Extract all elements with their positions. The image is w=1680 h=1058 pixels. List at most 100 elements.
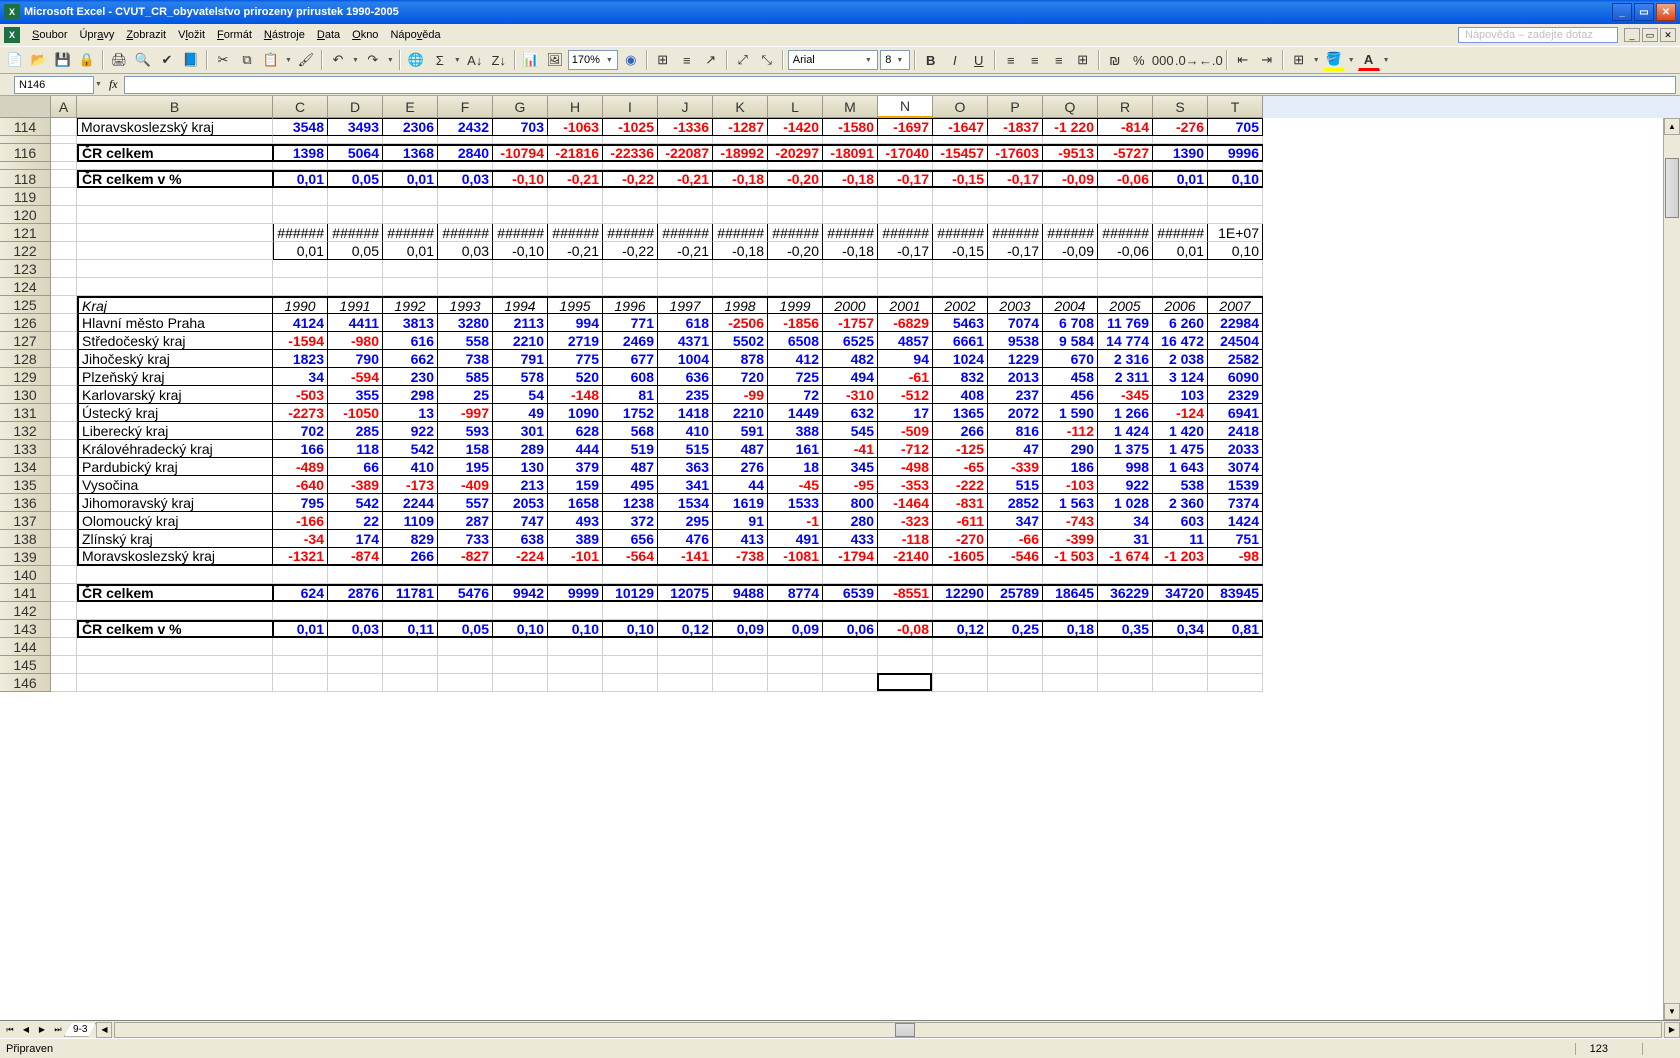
- cell[interactable]: 2210: [493, 332, 548, 350]
- cell[interactable]: [1153, 566, 1208, 584]
- cell[interactable]: 174: [328, 530, 383, 548]
- cell[interactable]: -276: [1153, 118, 1208, 136]
- cell[interactable]: ######: [823, 224, 878, 242]
- cell[interactable]: 49: [493, 404, 548, 422]
- cell[interactable]: Moravskoslezský kraj: [77, 118, 273, 136]
- cell[interactable]: 9538: [988, 332, 1043, 350]
- cell[interactable]: [328, 602, 383, 620]
- cell[interactable]: ČR celkem: [77, 584, 273, 602]
- row-header[interactable]: 126: [0, 314, 51, 332]
- cell[interactable]: 1996: [603, 296, 658, 314]
- cell[interactable]: ######: [658, 224, 713, 242]
- cell[interactable]: [988, 162, 1043, 170]
- cell[interactable]: Zlínský kraj: [77, 530, 273, 548]
- cell[interactable]: [51, 224, 77, 242]
- cell[interactable]: 0,03: [438, 242, 493, 260]
- cell[interactable]: 2840: [438, 144, 493, 162]
- cell[interactable]: 662: [383, 350, 438, 368]
- underline-icon[interactable]: U: [968, 49, 990, 71]
- cell[interactable]: [603, 674, 658, 692]
- cell[interactable]: 0,09: [713, 620, 768, 638]
- cell[interactable]: -1 503: [1043, 548, 1098, 566]
- cell[interactable]: -1321: [273, 548, 328, 566]
- cell[interactable]: 3493: [328, 118, 383, 136]
- row-header[interactable]: 137: [0, 512, 51, 530]
- cell[interactable]: 287: [438, 512, 493, 530]
- cell[interactable]: -1 674: [1098, 548, 1153, 566]
- cell[interactable]: -0,20: [768, 242, 823, 260]
- cell[interactable]: [328, 206, 383, 224]
- cell[interactable]: 558: [438, 332, 493, 350]
- cell[interactable]: [273, 206, 328, 224]
- cell[interactable]: [933, 638, 988, 656]
- cell[interactable]: [658, 278, 713, 296]
- cell[interactable]: [548, 656, 603, 674]
- cell[interactable]: ######: [988, 224, 1043, 242]
- menu-view[interactable]: Zobrazit: [120, 27, 172, 43]
- cell[interactable]: [51, 144, 77, 162]
- cell[interactable]: [603, 566, 658, 584]
- cell[interactable]: -65: [933, 458, 988, 476]
- cell[interactable]: 34: [273, 368, 328, 386]
- expand-icon[interactable]: ⤢: [732, 49, 754, 71]
- cell[interactable]: 91: [713, 512, 768, 530]
- cell[interactable]: 289: [493, 440, 548, 458]
- cell[interactable]: 94: [878, 350, 933, 368]
- cell[interactable]: 1 590: [1043, 404, 1098, 422]
- cell[interactable]: 18645: [1043, 584, 1098, 602]
- cell[interactable]: [1153, 136, 1208, 144]
- cell[interactable]: 4857: [878, 332, 933, 350]
- cell[interactable]: [878, 136, 933, 144]
- cell[interactable]: [328, 260, 383, 278]
- cell[interactable]: -222: [933, 476, 988, 494]
- cell[interactable]: 538: [1153, 476, 1208, 494]
- cell[interactable]: [1098, 162, 1153, 170]
- cell[interactable]: -1025: [603, 118, 658, 136]
- cell[interactable]: 829: [383, 530, 438, 548]
- cell[interactable]: 636: [658, 368, 713, 386]
- cell[interactable]: [1098, 136, 1153, 144]
- cell[interactable]: -0,17: [878, 170, 933, 188]
- cell[interactable]: ######: [713, 224, 768, 242]
- cell[interactable]: 410: [658, 422, 713, 440]
- cell[interactable]: ######: [768, 224, 823, 242]
- cell[interactable]: [383, 188, 438, 206]
- cell[interactable]: -6829: [878, 314, 933, 332]
- cell[interactable]: 1999: [768, 296, 823, 314]
- cell[interactable]: -0,17: [988, 242, 1043, 260]
- cell[interactable]: [51, 548, 77, 566]
- cell[interactable]: [328, 162, 383, 170]
- row-header[interactable]: 136: [0, 494, 51, 512]
- cell[interactable]: -1697: [878, 118, 933, 136]
- cell[interactable]: [548, 162, 603, 170]
- cell[interactable]: -0,20: [768, 170, 823, 188]
- cell[interactable]: 2013: [988, 368, 1043, 386]
- inc-indent-icon[interactable]: ⇥: [1256, 49, 1278, 71]
- cell[interactable]: 1 563: [1043, 494, 1098, 512]
- cell[interactable]: [493, 206, 548, 224]
- cell[interactable]: [548, 566, 603, 584]
- cell[interactable]: 0,34: [1153, 620, 1208, 638]
- row-header[interactable]: 125: [0, 296, 51, 314]
- cell[interactable]: [768, 602, 823, 620]
- scroll-up-button[interactable]: ▲: [1664, 118, 1680, 135]
- cell[interactable]: [1098, 278, 1153, 296]
- cell[interactable]: [1098, 656, 1153, 674]
- cell[interactable]: [603, 136, 658, 144]
- cell[interactable]: Ústecký kraj: [77, 404, 273, 422]
- cell[interactable]: -1464: [878, 494, 933, 512]
- cell[interactable]: 0,05: [328, 242, 383, 260]
- cell[interactable]: [493, 638, 548, 656]
- cell[interactable]: 285: [328, 422, 383, 440]
- cell[interactable]: 3548: [273, 118, 328, 136]
- cell[interactable]: [1153, 278, 1208, 296]
- cell[interactable]: 557: [438, 494, 493, 512]
- row-header[interactable]: 120: [0, 206, 51, 224]
- cell[interactable]: Hlavní město Praha: [77, 314, 273, 332]
- cell[interactable]: -0,09: [1043, 242, 1098, 260]
- col-header-B[interactable]: B: [77, 96, 273, 118]
- cell[interactable]: [1043, 188, 1098, 206]
- hscroll-left-button[interactable]: ◀: [96, 1022, 112, 1038]
- tab-last-button[interactable]: ⏭: [50, 1022, 66, 1038]
- cell[interactable]: -1647: [933, 118, 988, 136]
